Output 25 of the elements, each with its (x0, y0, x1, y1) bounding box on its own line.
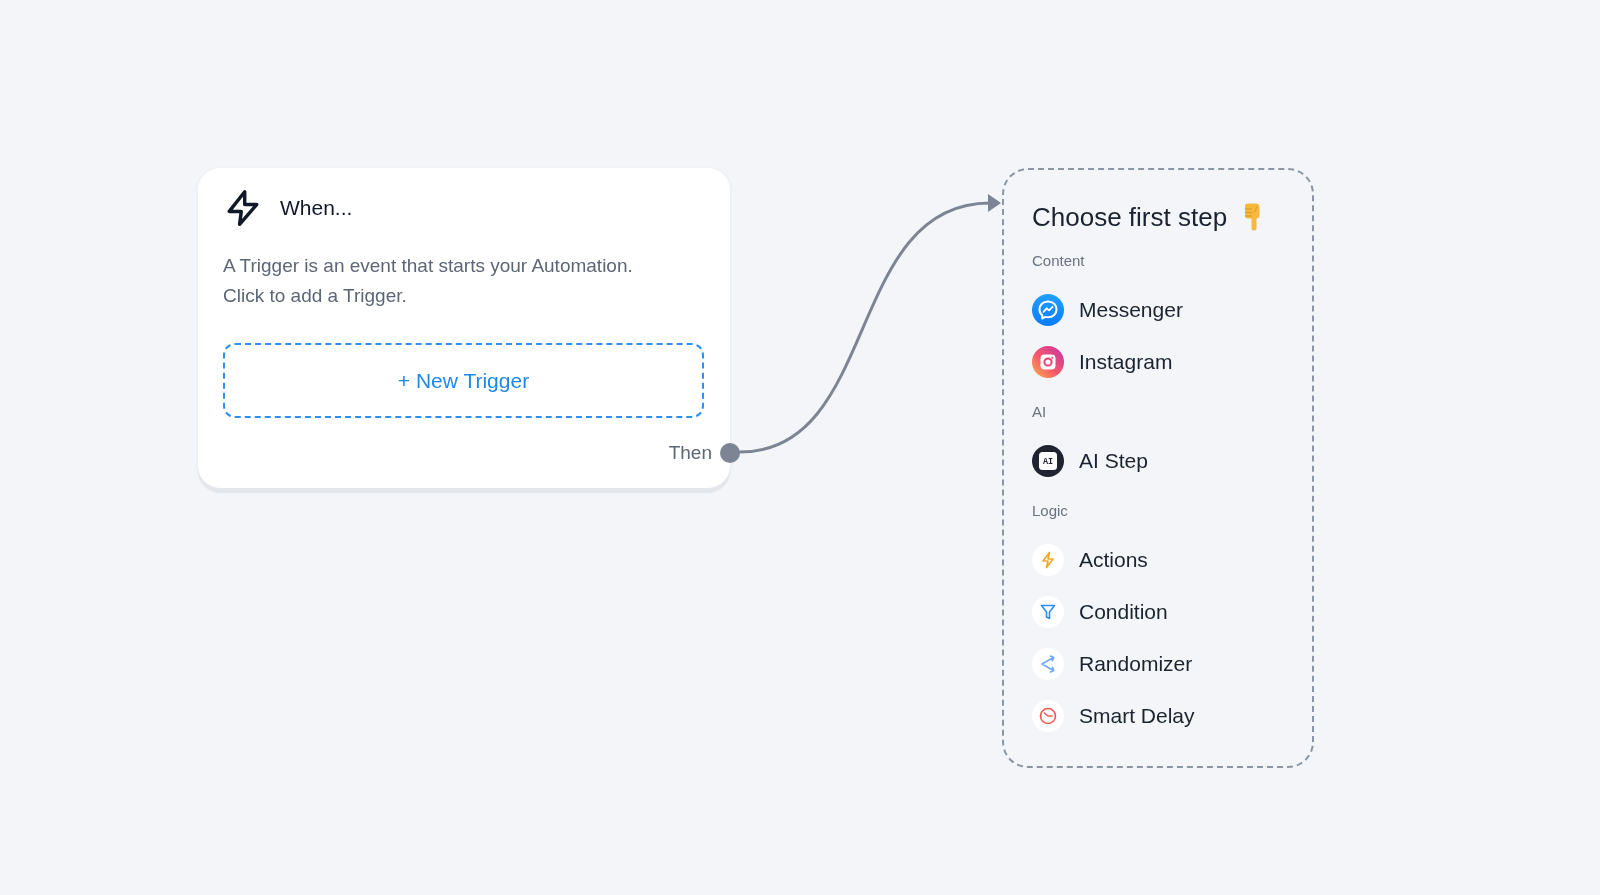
funnel-icon (1032, 596, 1064, 628)
pointing-down-hand-icon (1243, 203, 1262, 231)
step-option[interactable]: Messenger (1032, 294, 1183, 326)
group-label: Content (1032, 251, 1085, 271)
step-option[interactable]: Condition (1032, 596, 1168, 628)
lightning-icon (226, 190, 260, 226)
group-label: Logic (1032, 501, 1068, 521)
step-option[interactable]: Actions (1032, 544, 1148, 576)
trigger-description: A Trigger is an event that starts your Automation. Click to add a Trigger. (223, 254, 634, 308)
camera-icon (1032, 346, 1064, 378)
trigger-title: When... (280, 195, 353, 221)
step-option[interactable]: Instagram (1032, 346, 1173, 378)
panel-title: Choose first step (1032, 201, 1228, 234)
split-arrows-icon (1032, 648, 1064, 680)
step-option[interactable]: Smart Delay (1032, 700, 1195, 732)
step-option[interactable]: AI AI Step (1032, 445, 1148, 477)
connection-handle[interactable] (720, 443, 740, 463)
chat-bubble-icon (1032, 294, 1064, 326)
then-label: Then (668, 441, 712, 465)
lightning-icon (1032, 544, 1064, 576)
step-option[interactable]: Randomizer (1032, 648, 1193, 680)
group-label: AI (1032, 402, 1047, 422)
ai-chip-icon: AI (1032, 445, 1064, 477)
clock-icon (1032, 700, 1064, 732)
new-trigger-button[interactable]: + New Trigger (223, 343, 704, 418)
